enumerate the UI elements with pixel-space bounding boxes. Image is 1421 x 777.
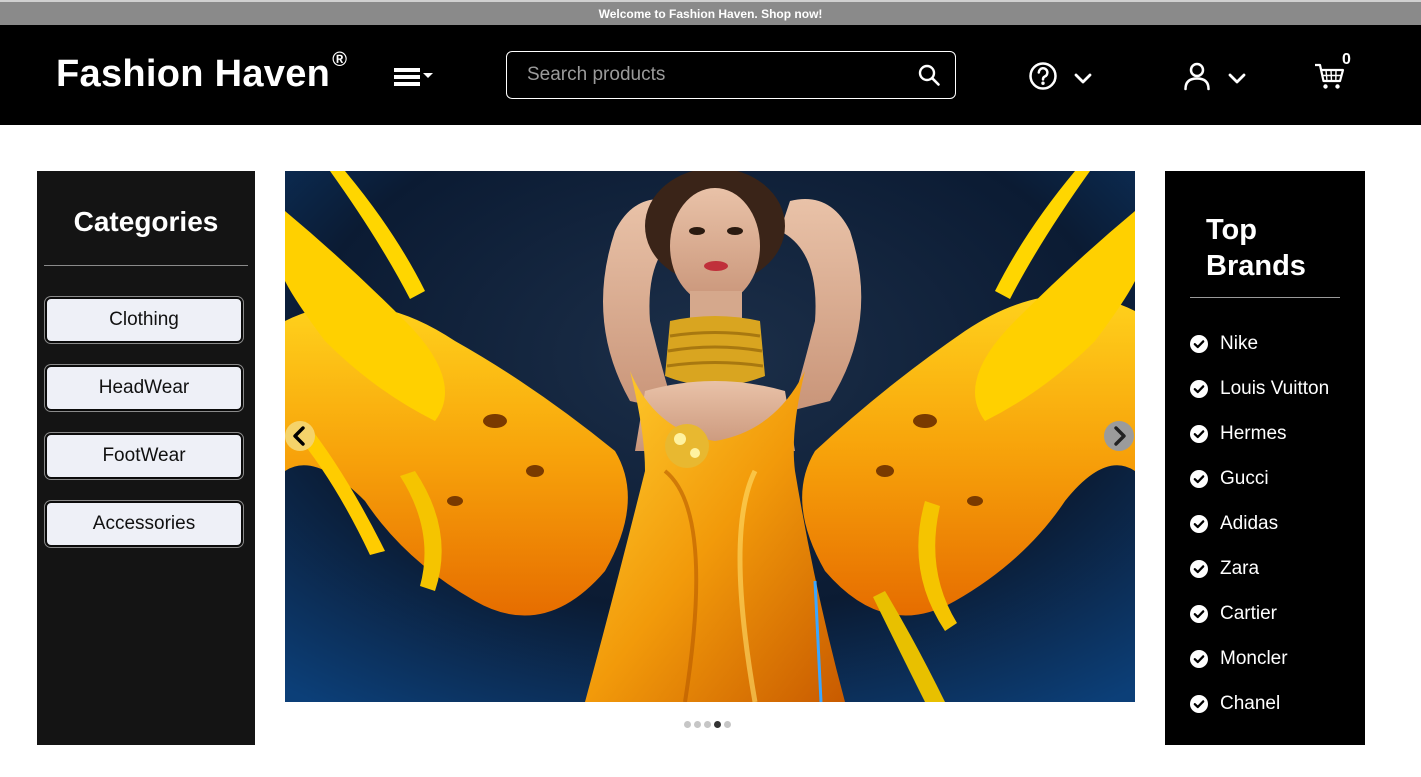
carousel-dot[interactable] xyxy=(704,721,711,728)
site-logo[interactable]: Fashion Haven ® xyxy=(56,49,347,96)
welcome-banner-text: Welcome to Fashion Haven. Shop now! xyxy=(598,6,823,21)
help-icon xyxy=(1029,62,1057,90)
user-icon xyxy=(1184,62,1210,91)
top-brands-divider xyxy=(1190,297,1340,298)
carousel-dot[interactable] xyxy=(724,721,731,728)
check-circle-icon xyxy=(1190,560,1208,578)
brand-label: Gucci xyxy=(1220,468,1269,489)
check-circle-icon xyxy=(1190,380,1208,398)
category-button-headwear[interactable]: HeadWear xyxy=(45,365,243,411)
check-circle-icon xyxy=(1190,425,1208,443)
brand-label: Nike xyxy=(1220,333,1259,354)
chevron-left-icon xyxy=(293,426,305,446)
brand-label: Moncler xyxy=(1220,648,1288,669)
brand-label: Zara xyxy=(1220,558,1260,579)
categories-panel: Categories Clothing HeadWear FootWear Ac… xyxy=(37,171,255,745)
check-circle-icon xyxy=(1190,335,1208,353)
registered-mark: ® xyxy=(332,49,348,72)
carousel-next-button[interactable] xyxy=(1104,421,1134,451)
carousel-prev-button[interactable] xyxy=(285,421,315,451)
account-menu[interactable] xyxy=(1182,61,1246,91)
carousel-dot[interactable] xyxy=(694,721,701,728)
chevron-down-icon xyxy=(1074,73,1092,84)
brand-item-gucci[interactable]: Gucci xyxy=(1190,466,1269,492)
brand-item-moncler[interactable]: Moncler xyxy=(1190,646,1288,672)
chevron-down-icon xyxy=(1228,73,1246,84)
carousel-dot[interactable] xyxy=(684,721,691,728)
chevron-right-icon xyxy=(1114,426,1126,446)
carousel-dot-active[interactable] xyxy=(714,721,721,728)
brand-item-cartier[interactable]: Cartier xyxy=(1190,601,1277,627)
site-logo-text: Fashion Haven xyxy=(56,53,331,95)
brand-label: Hermes xyxy=(1220,423,1287,444)
menu-icon xyxy=(394,68,433,86)
brand-label: Chanel xyxy=(1220,693,1281,714)
help-menu[interactable] xyxy=(1028,61,1092,91)
hero-slide-image xyxy=(285,171,1135,702)
brand-item-adidas[interactable]: Adidas xyxy=(1190,511,1278,537)
search-input[interactable] xyxy=(507,52,917,98)
brand-item-nike[interactable]: Nike xyxy=(1190,331,1258,357)
brand-item-louis-vuitton[interactable]: Louis Vuitton xyxy=(1190,376,1329,402)
brand-label: Adidas xyxy=(1220,513,1279,534)
check-circle-icon xyxy=(1190,650,1208,668)
brand-item-hermes[interactable]: Hermes xyxy=(1190,421,1287,447)
category-button-accessories[interactable]: Accessories xyxy=(45,501,243,547)
cart-count-badge: 0 xyxy=(1342,51,1351,68)
site-header: Fashion Haven ® Search products 0 xyxy=(0,25,1421,125)
top-brands-title: Top Brands xyxy=(1206,214,1306,282)
check-circle-icon xyxy=(1190,515,1208,533)
brand-label: Louis Vuitton xyxy=(1220,378,1330,399)
hero-carousel xyxy=(285,171,1135,702)
top-brands-panel: Top Brands Nike Louis Vuitton Hermes Gucci A… xyxy=(1165,171,1365,745)
welcome-banner: Welcome to Fashion Haven. Shop now! xyxy=(0,0,1421,25)
brand-label: Cartier xyxy=(1220,603,1278,624)
search-bar xyxy=(506,51,956,99)
category-button-footwear[interactable]: FootWear xyxy=(45,433,243,479)
check-circle-icon xyxy=(1190,695,1208,713)
brand-item-chanel[interactable]: Chanel xyxy=(1190,691,1280,717)
category-button-clothing[interactable]: Clothing xyxy=(45,297,243,343)
carousel-indicators xyxy=(684,721,731,728)
check-circle-icon xyxy=(1190,470,1208,488)
search-icon[interactable] xyxy=(917,63,941,87)
categories-divider xyxy=(44,265,248,266)
menu-button[interactable] xyxy=(394,65,436,89)
categories-title: Categories xyxy=(73,206,219,237)
brand-item-zara[interactable]: Zara xyxy=(1190,556,1259,582)
check-circle-icon xyxy=(1190,605,1208,623)
